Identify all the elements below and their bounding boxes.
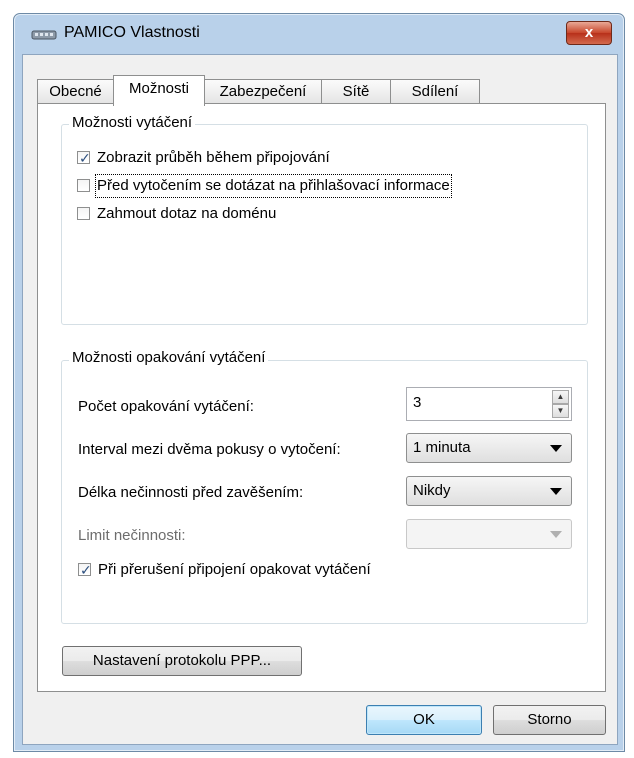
chevron-down-icon (550, 445, 562, 452)
idle-time-value: Nikdy (413, 482, 451, 499)
check-icon: ✓ (80, 562, 92, 578)
dialing-options-label: Možnosti vytáčení (69, 114, 196, 131)
options-panel: Možnosti vytáčení ✓ Zobrazit průběh běhe… (37, 103, 606, 692)
ppp-settings-button[interactable]: Nastavení protokolu PPP... (62, 646, 302, 676)
show-progress-label: Zobrazit průběh během připojování (97, 149, 330, 166)
redial-attempts-label: Počet opakování vytáčení: (78, 398, 254, 415)
network-connection-icon (31, 30, 57, 40)
redial-interval-value: 1 minuta (413, 439, 471, 456)
idle-time-label: Délka nečinnosti před zavěšením: (78, 484, 304, 501)
dialog-client: Obecné Možnosti Zabezpečení Sítě Sdílení… (22, 54, 618, 745)
redial-attempts-value: 3 (413, 394, 422, 411)
redial-on-drop-checkbox[interactable]: ✓ (78, 562, 92, 578)
tab-options[interactable]: Možnosti (113, 75, 205, 106)
tab-security[interactable]: Zabezpečení (204, 79, 322, 104)
redial-interval-select[interactable]: 1 minuta (406, 433, 572, 463)
spin-up-icon[interactable]: ▲ (552, 390, 569, 404)
tab-general[interactable]: Obecné (37, 79, 114, 104)
close-button[interactable]: x (566, 21, 612, 45)
redial-on-drop-label: Při přerušení připojení opakovat vytáčen… (98, 561, 371, 578)
redial-options-label: Možnosti opakování vytáčení (69, 349, 269, 366)
idle-time-select[interactable]: Nikdy (406, 476, 572, 506)
idle-limit-select[interactable] (406, 519, 572, 549)
close-icon: x (584, 24, 594, 41)
properties-dialog: PAMICO Vlastnosti x Obecné Možnosti Zabe… (13, 13, 625, 752)
include-domain-checkbox[interactable] (77, 207, 90, 220)
idle-limit-label: Limit nečinnosti: (78, 527, 186, 544)
spin-down-icon[interactable]: ▼ (552, 404, 569, 418)
cancel-button[interactable]: Storno (493, 705, 606, 735)
show-progress-checkbox[interactable]: ✓ (77, 150, 91, 166)
tab-networks[interactable]: Sítě (321, 79, 391, 104)
redial-attempts-stepper[interactable]: 3 ▲ ▼ (406, 387, 572, 421)
redial-interval-label: Interval mezi dvěma pokusy o vytočení: (78, 441, 341, 458)
title-bar[interactable]: PAMICO Vlastnosti x (14, 14, 624, 54)
window-title: PAMICO Vlastnosti (64, 24, 200, 41)
prompt-credentials-checkbox[interactable] (77, 179, 90, 192)
check-icon: ✓ (79, 150, 91, 166)
ok-button[interactable]: OK (366, 705, 482, 735)
tab-sharing[interactable]: Sdílení (390, 79, 480, 104)
include-domain-label: Zahmout dotaz na doménu (97, 205, 277, 222)
chevron-down-icon (550, 488, 562, 495)
prompt-credentials-label: Před vytočením se dotázat na přihlašovac… (95, 174, 452, 198)
chevron-down-icon (550, 531, 562, 538)
